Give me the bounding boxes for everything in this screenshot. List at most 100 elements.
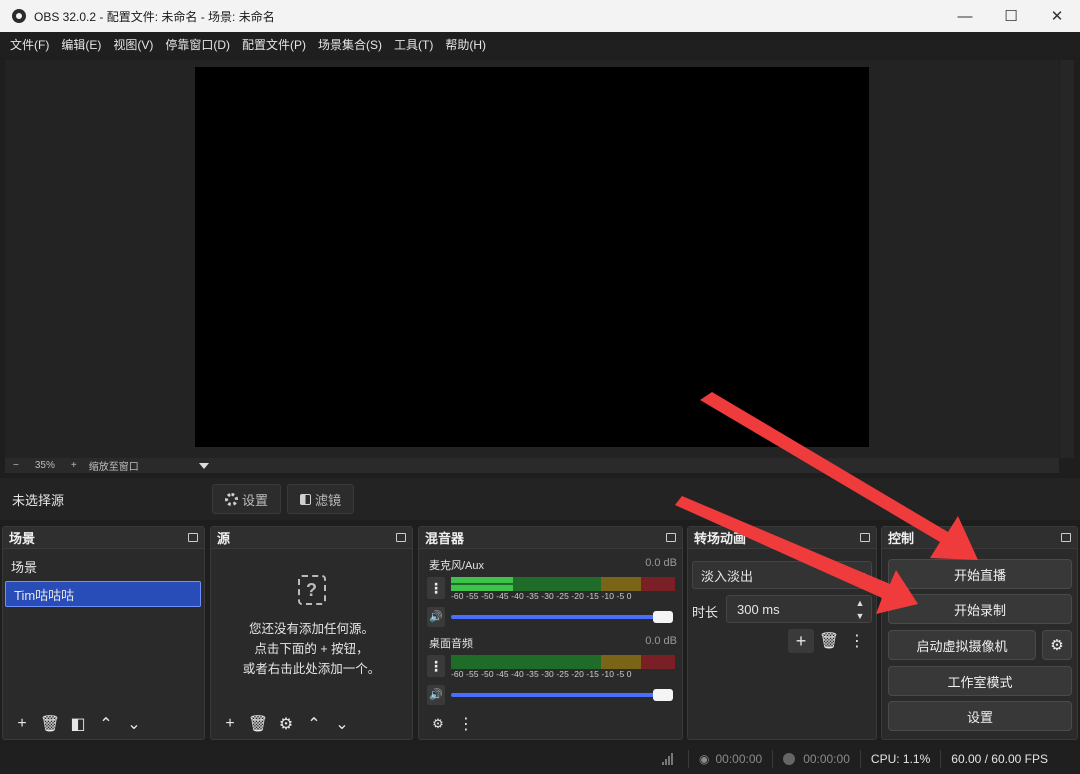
spin-down-icon[interactable]: ▼ — [851, 610, 869, 622]
cpu-usage: CPU: 1.1% — [859, 750, 940, 768]
filters-button[interactable]: 滤镜 — [287, 484, 355, 514]
move-down-icon[interactable]: ⌄ — [329, 712, 355, 736]
scenes-title: 场景 — [9, 531, 36, 546]
move-down-icon[interactable]: ⌄ — [121, 712, 147, 736]
status-bar: ◉ 00:00:00 00:00:00 CPU: 1.1% 60.00 / 60.… — [0, 744, 1080, 774]
chevron-down-icon — [855, 573, 865, 579]
volume-slider[interactable] — [451, 693, 673, 697]
title-bar: OBS 32.0.2 - 配置文件: 未命名 - 场景: 未命名 — ☐ ✕ — [0, 0, 1080, 32]
controls-dock: 控制 开始直播 开始录制 启动虚拟摄像机 ⚙ 工作室模式 设置 — [881, 526, 1078, 740]
transitions-dock: 转场动画 淡入淡出 时长 300 ms ▲ ▼ + 🗑 ⋮ — [687, 526, 877, 740]
meter-scale: -60 -55 -50 -45 -40 -35 -30 -25 -20 -15 … — [451, 669, 632, 679]
add-transition-button[interactable]: + — [788, 629, 814, 653]
source-toolbar: 未选择源 设置 滤镜 — [0, 478, 1080, 520]
network-signal-icon — [652, 750, 688, 768]
settings-button[interactable]: 设置 — [888, 701, 1072, 731]
start-recording-button[interactable]: 开始录制 — [888, 594, 1072, 624]
zoom-in-button[interactable]: + — [71, 460, 77, 471]
stream-time: 00:00:00 — [715, 752, 763, 766]
menu-view[interactable]: 视图(V) — [107, 36, 159, 53]
track-db: 0.0 dB — [645, 557, 677, 569]
scene-item[interactable]: 场景 — [3, 553, 204, 579]
track-db: 0.0 dB — [645, 635, 677, 647]
trash-icon[interactable]: 🗑 — [245, 712, 271, 736]
float-dock-icon[interactable] — [188, 533, 198, 542]
volume-slider-handle[interactable] — [653, 689, 673, 701]
mixer-track: 桌面音频 0.0 dB ⋮ -60 -55 -50 -45 -40 -35 -3… — [425, 635, 677, 711]
window-title: OBS 32.0.2 - 配置文件: 未命名 - 场景: 未命名 — [34, 9, 275, 24]
move-up-icon[interactable]: ⌃ — [301, 712, 327, 736]
question-icon: ? — [297, 575, 326, 605]
menu-file[interactable]: 文件(F) — [4, 36, 55, 53]
speaker-icon[interactable]: 🔊 — [427, 607, 445, 627]
start-streaming-button[interactable]: 开始直播 — [888, 559, 1072, 589]
menu-profile[interactable]: 配置文件(P) — [236, 36, 312, 53]
menu-tools[interactable]: 工具(T) — [388, 36, 439, 53]
mixer-title: 混音器 — [425, 531, 465, 546]
move-up-icon[interactable]: ⌃ — [93, 712, 119, 736]
no-source-label: 未选择源 — [12, 492, 65, 508]
start-virtual-camera-button[interactable]: 启动虚拟摄像机 — [888, 630, 1036, 660]
menu-scene-collection[interactable]: 场景集合(S) — [312, 36, 388, 53]
advanced-audio-gear-icon[interactable]: ⚙ — [425, 712, 451, 736]
kebab-menu-icon[interactable]: ⋮ — [427, 577, 445, 599]
volume-slider-handle[interactable] — [653, 611, 673, 623]
add-scene-button[interactable]: + — [9, 712, 35, 736]
sources-dock: 源 ? 您还没有添加任何源。 点击下面的 + 按钮， 或者右击此处添加一个。 +… — [210, 526, 413, 740]
transition-select[interactable]: 淡入淡出 — [692, 561, 872, 589]
speaker-icon[interactable]: 🔊 — [427, 685, 445, 705]
kebab-menu-icon[interactable]: ⋮ — [453, 712, 479, 736]
kebab-menu-icon[interactable]: ⋮ — [844, 629, 870, 653]
properties-label: 设置 — [242, 492, 269, 508]
zoom-bar: − 35% + 缩放至窗口 — [5, 458, 1059, 473]
trash-icon[interactable]: 🗑 — [816, 629, 842, 653]
record-time: 00:00:00 — [803, 752, 850, 766]
duration-input[interactable]: 300 ms ▲ ▼ — [726, 595, 872, 623]
sources-empty-state[interactable]: ? 您还没有添加任何源。 点击下面的 + 按钮， 或者右击此处添加一个。 — [211, 575, 412, 679]
preview-canvas[interactable] — [195, 67, 869, 447]
float-dock-icon[interactable] — [396, 533, 406, 542]
filter-icon — [300, 493, 312, 505]
meter-scale: -60 -55 -50 -45 -40 -35 -30 -25 -20 -15 … — [451, 591, 632, 601]
empty-line-1: 您还没有添加任何源。 — [248, 622, 374, 636]
close-button[interactable]: ✕ — [1034, 0, 1080, 32]
scene-filters-icon[interactable]: ◧ — [65, 712, 91, 736]
trash-icon[interactable]: 🗑 — [37, 712, 63, 736]
properties-button[interactable]: 设置 — [212, 484, 282, 514]
track-name: 桌面音频 — [429, 638, 473, 650]
gear-icon[interactable]: ⚙ — [273, 712, 299, 736]
transitions-title: 转场动画 — [694, 531, 747, 546]
track-name: 麦克风/Aux — [429, 560, 485, 572]
studio-mode-button[interactable]: 工作室模式 — [888, 666, 1072, 696]
virtual-camera-gear-icon[interactable]: ⚙ — [1042, 630, 1072, 660]
kebab-menu-icon[interactable]: ⋮ — [427, 655, 445, 677]
volume-meter — [451, 577, 675, 591]
volume-meter — [451, 655, 675, 669]
volume-slider[interactable] — [451, 615, 673, 619]
menu-edit[interactable]: 编辑(E) — [55, 36, 107, 53]
controls-title: 控制 — [888, 531, 915, 546]
zoom-fit-label[interactable]: 缩放至窗口 — [89, 458, 139, 473]
preview-scrollbar[interactable] — [1060, 60, 1074, 458]
scenes-dock: 场景 场景 Tim咕咕咕 + 🗑 ◧ ⌃ ⌄ — [2, 526, 205, 740]
menu-help[interactable]: 帮助(H) — [439, 36, 492, 53]
obs-logo-icon — [12, 9, 26, 23]
filters-label: 滤镜 — [315, 492, 342, 508]
zoom-out-button[interactable]: − — [13, 460, 19, 471]
chevron-down-icon[interactable] — [198, 462, 209, 469]
fps-display: 60.00 / 60.00 FPS — [940, 750, 1058, 768]
menu-docks[interactable]: 停靠窗口(D) — [159, 36, 236, 53]
float-dock-icon[interactable] — [1061, 533, 1071, 542]
zoom-level: 35% — [34, 460, 55, 471]
add-source-button[interactable]: + — [217, 712, 243, 736]
duration-label: 时长 — [692, 605, 719, 620]
mixer-dock: 混音器 麦克风/Aux 0.0 dB ⋮ -60 -55 -50 -45 -40… — [418, 526, 683, 740]
float-dock-icon[interactable] — [666, 533, 676, 542]
spin-up-icon[interactable]: ▲ — [851, 597, 869, 609]
minimize-button[interactable]: — — [942, 0, 988, 32]
maximize-button[interactable]: ☐ — [988, 0, 1034, 32]
float-dock-icon[interactable] — [860, 533, 870, 542]
scene-item-selected[interactable]: Tim咕咕咕 — [5, 581, 201, 607]
empty-line-3: 或者右击此处添加一个。 — [242, 662, 381, 676]
gear-icon — [225, 492, 238, 506]
